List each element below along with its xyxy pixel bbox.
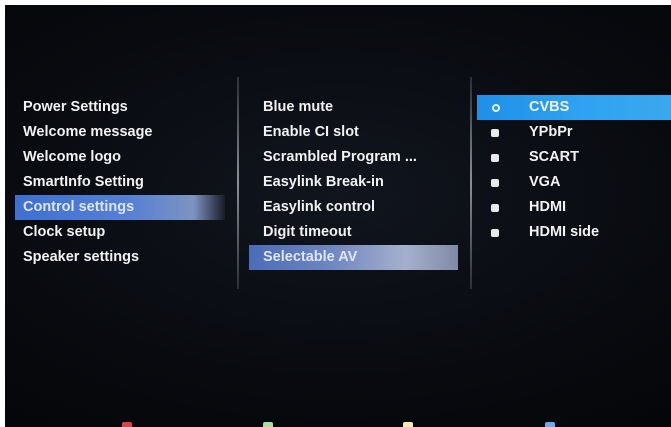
submenu-item-label: Easylink control [263, 199, 376, 215]
blue-key-indicator [545, 422, 555, 427]
menu-item-control-settings[interactable]: Control settings [15, 195, 225, 220]
radio-selected-icon [492, 104, 500, 112]
menu-item-label: Power Settings [23, 99, 128, 115]
radio-icon [491, 179, 499, 187]
option-label: HDMI [529, 199, 567, 215]
submenu-item-easylink-control[interactable]: Easylink control [243, 195, 458, 220]
menu-item-label: SmartInfo Setting [23, 174, 144, 190]
sub-menu-list: Blue mute Enable CI slot Scrambled Progr… [243, 95, 458, 270]
option-hdmi-side[interactable]: HDMI side [477, 220, 671, 245]
submenu-item-label: Digit timeout [263, 224, 352, 240]
green-key-indicator [263, 422, 273, 427]
submenu-item-selectable-av[interactable]: Selectable AV [249, 245, 458, 270]
option-scart[interactable]: SCART [477, 145, 671, 170]
option-ypbpr[interactable]: YPbPr [477, 120, 671, 145]
submenu-item-label: Selectable AV [263, 249, 358, 265]
radio-icon [491, 204, 499, 212]
radio-icon [491, 129, 499, 137]
submenu-item-label: Easylink Break-in [263, 174, 384, 190]
option-label: SCART [529, 149, 579, 165]
submenu-item-digit-timeout[interactable]: Digit timeout [243, 220, 458, 245]
option-cvbs[interactable]: CVBS [477, 95, 671, 120]
menu-item-welcome-message[interactable]: Welcome message [15, 120, 225, 145]
submenu-item-blue-mute[interactable]: Blue mute [243, 95, 458, 120]
submenu-item-label: Scrambled Program ... [263, 149, 417, 165]
submenu-item-enable-ci-slot[interactable]: Enable CI slot [243, 120, 458, 145]
submenu-item-scrambled-program[interactable]: Scrambled Program ... [243, 145, 458, 170]
radio-icon [491, 154, 499, 162]
red-key-indicator [122, 422, 132, 427]
menu-item-clock-setup[interactable]: Clock setup [15, 220, 225, 245]
options-list: CVBS YPbPr SCART VGA HDMI HDMI side [477, 95, 671, 245]
option-label: YPbPr [529, 124, 573, 140]
menu-item-label: Clock setup [23, 224, 106, 240]
menu-item-power-settings[interactable]: Power Settings [15, 95, 225, 120]
option-vga[interactable]: VGA [477, 170, 671, 195]
menu-item-speaker-settings[interactable]: Speaker settings [15, 245, 225, 270]
menu-item-label: Speaker settings [23, 249, 140, 265]
submenu-item-easylink-break-in[interactable]: Easylink Break-in [243, 170, 458, 195]
option-hdmi[interactable]: HDMI [477, 195, 671, 220]
main-menu-list: Power Settings Welcome message Welcome l… [15, 95, 225, 270]
submenu-item-label: Enable CI slot [263, 124, 359, 140]
option-label: CVBS [529, 99, 570, 115]
radio-icon [491, 229, 499, 237]
submenu-item-label: Blue mute [263, 99, 334, 115]
column-divider [237, 77, 239, 289]
option-label: VGA [529, 174, 561, 190]
column-divider [470, 77, 472, 289]
menu-item-welcome-logo[interactable]: Welcome logo [15, 145, 225, 170]
yellow-key-indicator [403, 422, 413, 427]
menu-item-label: Welcome logo [23, 149, 122, 165]
menu-item-label: Welcome message [23, 124, 153, 140]
option-label: HDMI side [529, 224, 600, 240]
tv-menu-screen: Power Settings Welcome message Welcome l… [5, 5, 671, 427]
menu-item-smartinfo-setting[interactable]: SmartInfo Setting [15, 170, 225, 195]
menu-item-label: Control settings [23, 199, 135, 215]
